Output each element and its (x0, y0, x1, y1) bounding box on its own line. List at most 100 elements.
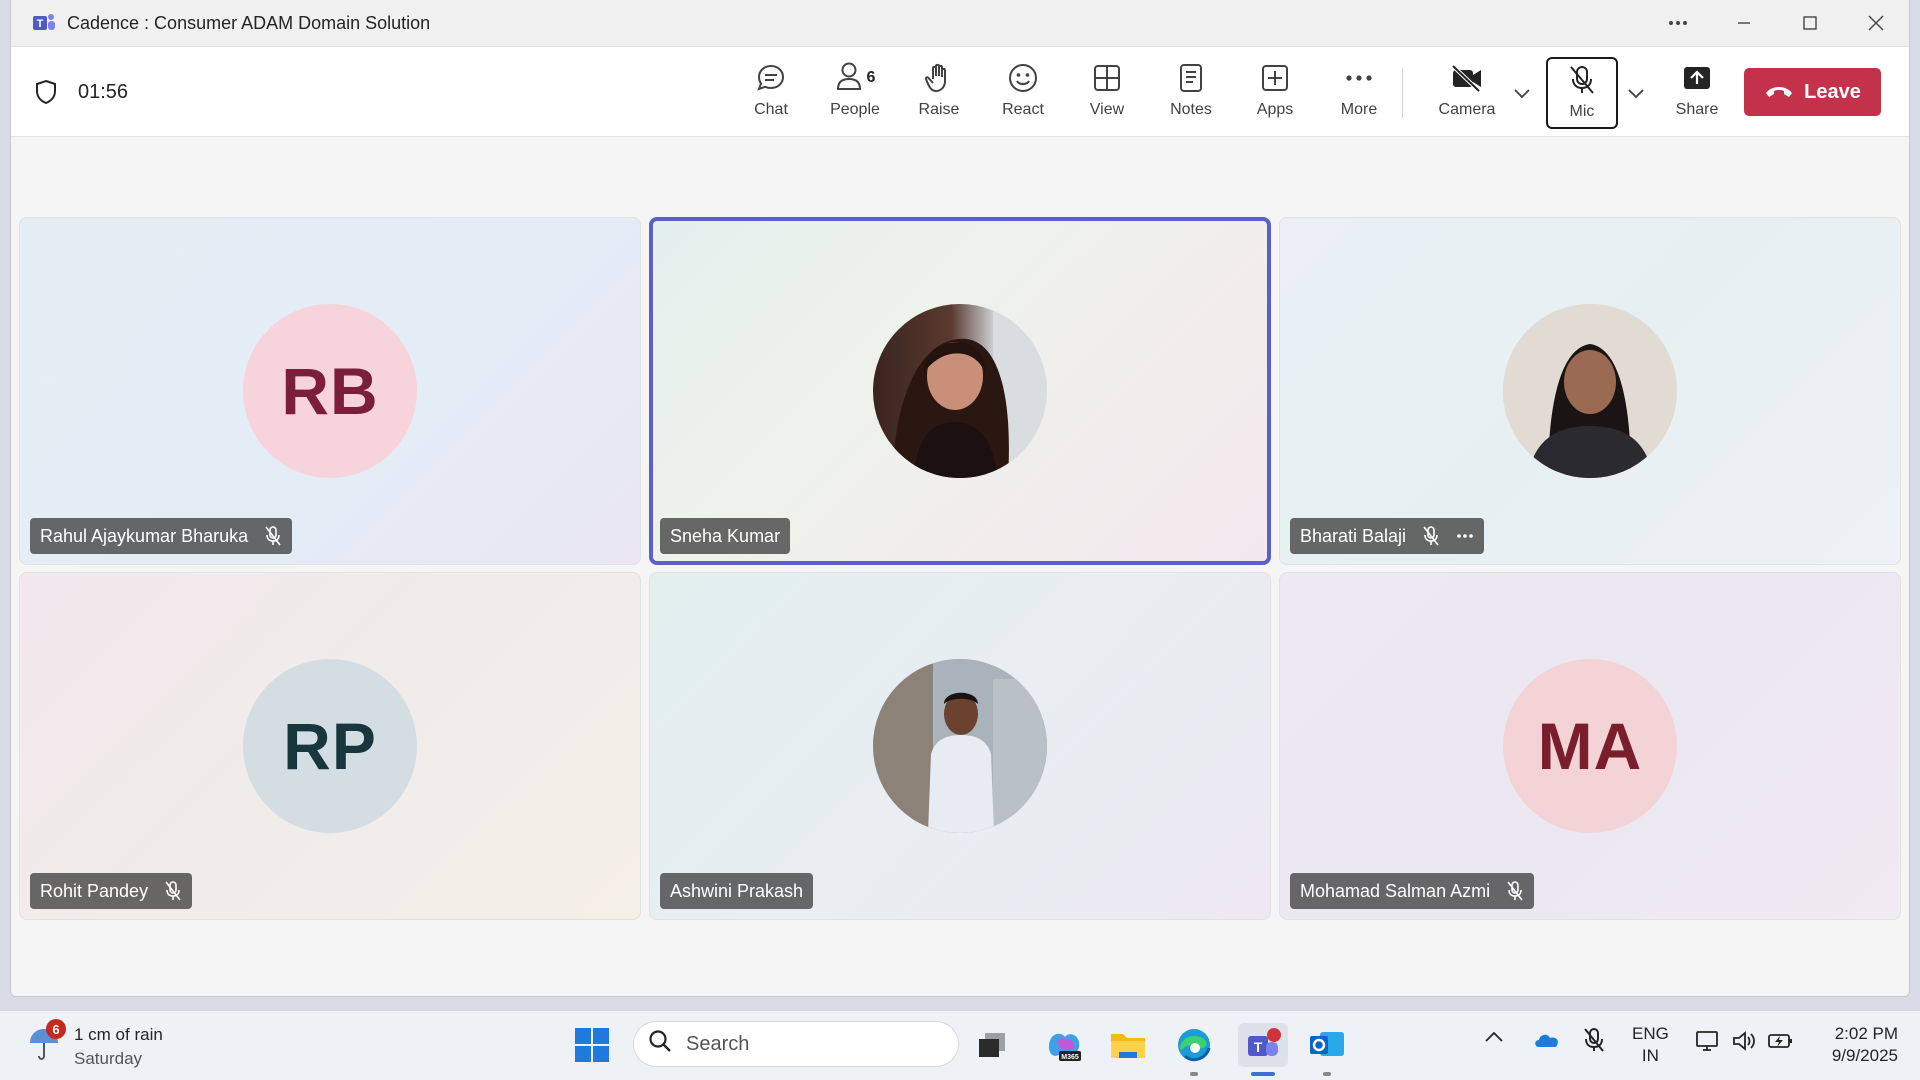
chat-label: Chat (754, 101, 788, 118)
view-button[interactable]: View (1069, 57, 1145, 129)
meeting-timer: 01:56 (78, 81, 129, 103)
window-title: Cadence : Consumer ADAM Domain Solution (67, 12, 431, 33)
share-screen-icon (1682, 57, 1712, 99)
mic-options-chevron-down-icon[interactable] (1624, 82, 1648, 106)
raise-hand-icon (924, 57, 954, 99)
participant-tile[interactable]: Bharati Balaji (1279, 217, 1901, 565)
participant-initials: RP (283, 709, 377, 783)
participant-name: Sneha Kumar (670, 525, 781, 546)
raise-label: Raise (918, 101, 960, 118)
add-apps-icon (1260, 57, 1290, 99)
volume-speaker-icon[interactable] (1731, 1029, 1757, 1053)
m365-copilot-icon[interactable]: M365 (1042, 1023, 1086, 1067)
smiley-icon (1007, 57, 1039, 99)
people-count: 6 (866, 69, 876, 86)
windows-start-icon[interactable] (570, 1023, 614, 1067)
leave-button[interactable]: Leave (1744, 68, 1881, 116)
notes-label: Notes (1170, 101, 1212, 118)
participant-tile[interactable]: RB Rahul Ajaykumar Bharuka (19, 217, 641, 565)
task-view-icon[interactable] (970, 1023, 1014, 1067)
show-hidden-icons-chevron-up-icon[interactable] (1485, 1031, 1503, 1043)
umbrella-rain-icon: 6 (26, 1019, 66, 1063)
chat-button[interactable]: Chat (733, 57, 809, 129)
participant-tile[interactable]: RP Rohit Pandey (19, 572, 641, 920)
teams-taskbar-icon[interactable]: T (1238, 1023, 1288, 1067)
edge-browser-icon[interactable] (1172, 1023, 1216, 1067)
participant-initials: RB (281, 354, 379, 428)
svg-text:T: T (1254, 1039, 1263, 1055)
language-code: ENG (1632, 1024, 1669, 1043)
network-display-icon[interactable] (1695, 1029, 1721, 1053)
hang-up-phone-icon (1764, 81, 1794, 104)
svg-text:T: T (37, 18, 44, 30)
participant-tile-active-speaker[interactable]: Sneha Kumar (649, 217, 1271, 565)
chat-icon (755, 57, 787, 99)
participant-nameplate: Bharati Balaji (1290, 518, 1485, 554)
weather-summary: 1 cm of rain (74, 1025, 163, 1044)
more-button[interactable]: More (1321, 57, 1397, 129)
react-button[interactable]: React (985, 57, 1061, 129)
raise-hand-button[interactable]: Raise (901, 57, 977, 129)
people-icon (835, 61, 863, 96)
notes-button[interactable]: Notes (1153, 57, 1229, 129)
notes-icon (1177, 57, 1205, 99)
participant-tile[interactable]: MA Mohamad Salman Azmi (1279, 572, 1901, 920)
outlook-running-indicator (1323, 1072, 1331, 1076)
meeting-toolbar: 01:56 Chat 6 People Raise React View Not… (11, 47, 1909, 137)
outlook-icon[interactable] (1305, 1023, 1349, 1067)
svg-text:M365: M365 (1061, 1054, 1079, 1061)
camera-options-chevron-down-icon[interactable] (1510, 82, 1534, 106)
participant-nameplate: Ashwini Prakash (660, 873, 814, 909)
participant-name: Ashwini Prakash (670, 880, 804, 901)
participant-name: Rahul Ajaykumar Bharuka (40, 525, 249, 546)
title-bar: T Cadence : Consumer ADAM Domain Solutio… (11, 0, 1909, 47)
camera-button[interactable]: Camera (1429, 57, 1505, 129)
mic-off-icon (1567, 59, 1597, 101)
share-label: Share (1675, 101, 1719, 118)
maximize-button[interactable] (1777, 0, 1843, 47)
mic-label: Mic (1569, 103, 1595, 120)
video-gallery: RB Rahul Ajaykumar Bharuka Sneha Kumar B… (11, 138, 1909, 996)
participant-tile[interactable]: Ashwini Prakash (649, 572, 1271, 920)
battery-charging-icon[interactable] (1767, 1029, 1795, 1053)
microphone-muted-icon[interactable] (1582, 1027, 1606, 1053)
more-options-icon[interactable] (1456, 533, 1474, 539)
file-explorer-icon[interactable] (1106, 1023, 1150, 1067)
apps-button[interactable]: Apps (1237, 57, 1313, 129)
onedrive-cloud-icon[interactable] (1533, 1031, 1561, 1049)
people-button[interactable]: 6 People (817, 57, 893, 129)
mic-button[interactable]: Mic (1546, 57, 1618, 129)
weather-badge: 6 (46, 1019, 66, 1039)
apps-label: Apps (1256, 101, 1294, 118)
search-icon (648, 1029, 672, 1059)
react-label: React (1002, 101, 1044, 118)
participant-name: Rohit Pandey (40, 880, 149, 901)
close-button[interactable] (1843, 0, 1909, 47)
windows-taskbar: 6 1 cm of rain Saturday Search M365 T EN… (0, 1010, 1920, 1080)
edge-running-indicator (1190, 1072, 1198, 1076)
more-dots-icon (1345, 57, 1373, 99)
participant-nameplate: Rohit Pandey (30, 873, 193, 909)
participant-photo-avatar (873, 659, 1047, 833)
taskbar-search-box[interactable]: Search (633, 1021, 959, 1067)
clock-time: 2:02 PM (1834, 1024, 1898, 1043)
shield-icon (33, 79, 59, 105)
weather-day: Saturday (74, 1049, 143, 1068)
participant-initials: MA (1537, 709, 1643, 783)
mic-muted-icon (264, 526, 282, 546)
window-more-options-icon[interactable] (1645, 0, 1711, 47)
participant-nameplate: Sneha Kumar (660, 518, 791, 554)
participant-name: Mohamad Salman Azmi (1300, 880, 1491, 901)
mic-muted-icon (1506, 881, 1524, 901)
participant-name: Bharati Balaji (1300, 525, 1407, 546)
minimize-button[interactable] (1711, 0, 1777, 47)
share-button[interactable]: Share (1659, 57, 1735, 129)
participant-avatar: MA (1503, 659, 1677, 833)
weather-widget[interactable]: 6 1 cm of rain Saturday (26, 1019, 163, 1071)
participant-photo-avatar (873, 304, 1047, 478)
leave-label: Leave (1804, 80, 1861, 103)
teams-logo-icon: T (29, 8, 59, 38)
grid-view-icon (1092, 57, 1122, 99)
system-clock[interactable]: 2:02 PM 9/9/2025 (1818, 1023, 1898, 1067)
input-language-indicator[interactable]: ENG IN (1632, 1023, 1669, 1067)
